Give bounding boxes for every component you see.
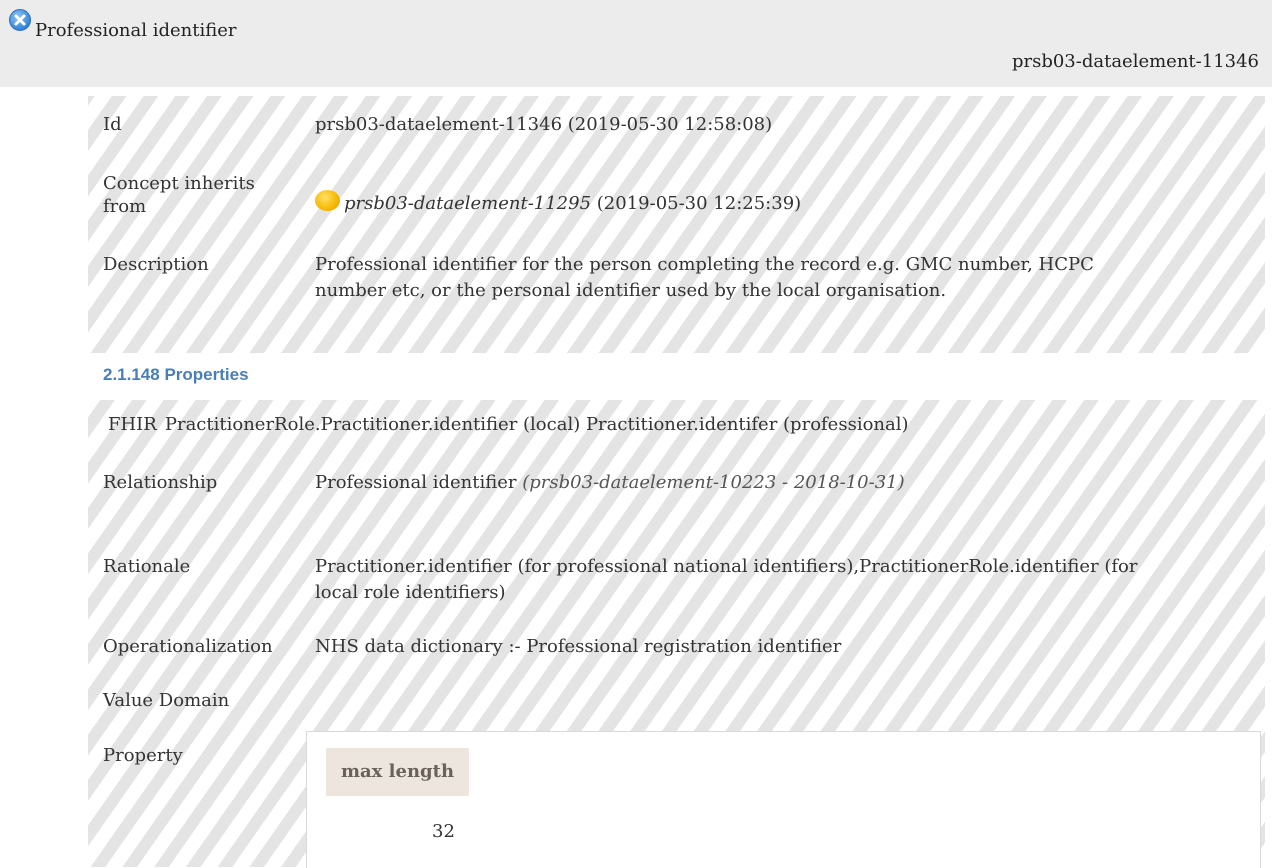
- property-table-value: 32: [432, 821, 455, 842]
- rationale-line1: Practitioner.identifier (for professiona…: [315, 556, 1138, 577]
- id-label: Id: [103, 114, 122, 135]
- page-header: Professional identifier prsb03-dataeleme…: [0, 0, 1272, 87]
- relationship-ref[interactable]: (prsb03-dataelement-10223 - 2018-10-31): [522, 472, 904, 493]
- fhir-row: FHIR PractitionerRole.Practitioner.identi…: [108, 414, 909, 435]
- property-label: Property: [103, 745, 183, 766]
- page-title: Professional identifier: [35, 20, 237, 41]
- relationship-name: Professional identifier: [315, 472, 517, 493]
- property-table: max length 32: [306, 731, 1261, 868]
- properties-heading: 2.1.148 Properties: [103, 365, 249, 384]
- description-line1: Professional identifier for the person c…: [315, 254, 1094, 275]
- fhir-value: PractitionerRole.Practitioner.identifier…: [164, 414, 909, 435]
- rationale-label: Rationale: [103, 556, 191, 577]
- id-value: prsb03-dataelement-11346 (2019-05-30 12:…: [315, 114, 773, 135]
- inherits-label-line2: from: [103, 196, 147, 217]
- value-domain-label: Value Domain: [103, 690, 230, 711]
- inherits-link[interactable]: prsb03-dataelement-11295: [344, 193, 591, 214]
- inherits-date: (2019-05-30 12:25:39): [596, 193, 802, 214]
- inherits-value: prsb03-dataelement-11295 (2019-05-30 12:…: [315, 190, 801, 216]
- operationalization-value: NHS data dictionary :- Professional regi…: [315, 636, 842, 657]
- description-line2: number etc, or the personal identifier u…: [315, 280, 947, 301]
- description-label: Description: [103, 254, 209, 275]
- orange-circle-icon: [315, 190, 340, 211]
- status-x-circle-icon: [9, 9, 31, 31]
- fhir-label: FHIR: [108, 414, 157, 435]
- relationship-value: Professional identifier (prsb03-dataelem…: [315, 471, 905, 495]
- inherits-label-line1: Concept inherits: [103, 173, 255, 194]
- operationalization-label: Operationalization: [103, 636, 273, 657]
- element-id: prsb03-dataelement-11346: [1011, 51, 1259, 72]
- relationship-label: Relationship: [103, 472, 218, 493]
- rationale-line2: local role identifiers): [315, 582, 506, 603]
- property-table-header: max length: [326, 748, 469, 796]
